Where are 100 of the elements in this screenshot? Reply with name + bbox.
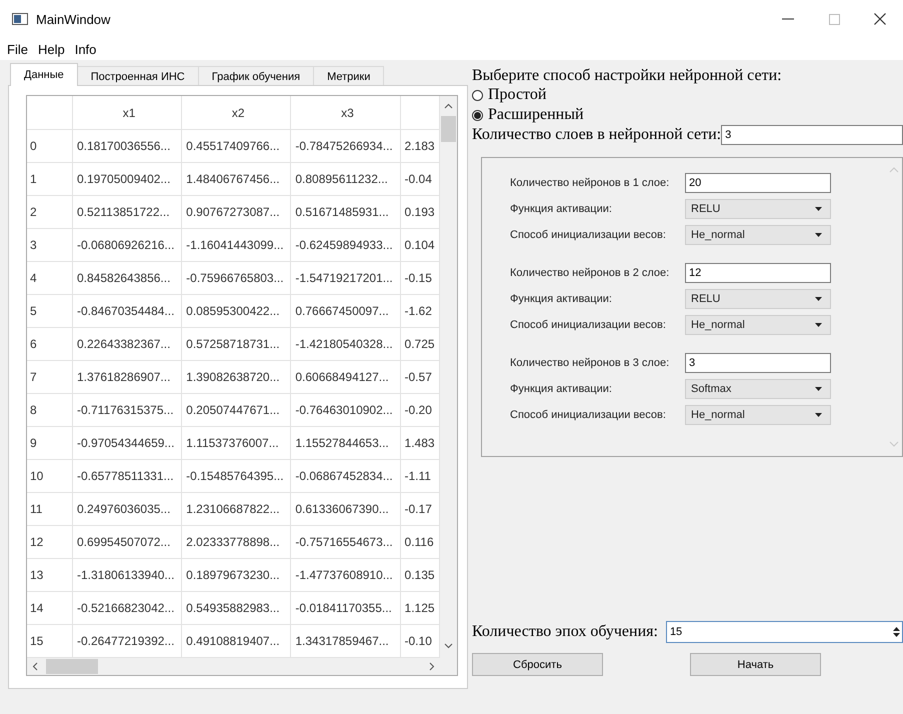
table-cell: 0.76667450097... xyxy=(290,294,400,328)
table-cell: 0.51671485931... xyxy=(290,196,400,228)
minimize-icon[interactable] xyxy=(782,18,794,20)
table-cell: 0.69954507072... xyxy=(72,526,182,558)
horizontal-scrollbar[interactable] xyxy=(27,658,440,675)
table-cell: 0.52113851722... xyxy=(72,196,182,228)
table-cell: -1.31806133940... xyxy=(72,558,182,592)
row-header: 8 xyxy=(27,394,72,426)
row-header: 1 xyxy=(27,162,72,196)
table-cell: -0.75966765803... xyxy=(182,262,291,294)
row-header: 10 xyxy=(27,460,72,492)
table-cell: -0.06806926216... xyxy=(72,228,182,262)
action-button[interactable]: Сбросить xyxy=(472,653,603,676)
row-header: 3 xyxy=(27,228,72,262)
table-cell: 0.22643382367... xyxy=(72,328,182,360)
table-cell: 0.18170036556... xyxy=(72,130,182,162)
init-dropdown[interactable]: He_normal xyxy=(685,225,831,245)
row-header: 9 xyxy=(27,426,72,460)
table-cell: -0.78475266934... xyxy=(290,130,400,162)
table-cell: 0.45517409766... xyxy=(182,130,291,162)
table-cell: -1.54719217201... xyxy=(290,262,400,294)
table-cell: -1.42180540328... xyxy=(290,328,400,360)
table-cell: 1.15527844653... xyxy=(290,426,400,460)
tab[interactable]: Данные xyxy=(10,63,78,86)
table-cell: -0.52166823042... xyxy=(72,592,182,624)
table-cell: 0.84582643856... xyxy=(72,262,182,294)
close-icon[interactable] xyxy=(874,13,886,25)
init-label: Способ инициализации весов: xyxy=(510,229,667,241)
radio-label[interactable]: Простой xyxy=(488,86,546,104)
table-cell: -0.76463010902... xyxy=(290,394,400,426)
action-button[interactable]: Начать xyxy=(690,653,821,676)
menu-item[interactable]: Info xyxy=(70,42,102,56)
layers-count-label: Количество слоев в нейронной сети: xyxy=(472,126,722,144)
row-header: 4 xyxy=(27,262,72,294)
caret-icon xyxy=(815,207,822,211)
neurons-field[interactable]: 12 xyxy=(685,263,831,283)
table-cell: -0.65778511331... xyxy=(72,460,182,492)
epochs-label: Количество эпох обучения: xyxy=(472,623,658,641)
row-header: 0 xyxy=(27,130,72,162)
spin-arrows-icon[interactable] xyxy=(893,626,900,638)
table-cell: 0.90767273087... xyxy=(182,196,291,228)
radio-button[interactable] xyxy=(472,110,483,120)
row-header: 6 xyxy=(27,328,72,360)
row-header: 11 xyxy=(27,492,72,526)
table-cell: 1.11537376007... xyxy=(182,426,291,460)
init-dropdown[interactable]: He_normal xyxy=(685,405,831,425)
neurons-label: Количество нейронов в 3 слое: xyxy=(510,357,670,369)
menu-item[interactable]: Help xyxy=(32,42,70,56)
table-cell: 0.54935882983... xyxy=(182,592,291,624)
table-cell: -0.06867452834... xyxy=(290,460,400,492)
table-cell: -1.47737608910... xyxy=(290,558,400,592)
column-header[interactable]: x2 xyxy=(182,96,291,130)
radio-label[interactable]: Расширенный xyxy=(488,106,584,124)
column-header[interactable]: x1 xyxy=(72,96,182,130)
menu-item[interactable]: File xyxy=(2,42,33,56)
neurons-label: Количество нейронов в 1 слое: xyxy=(510,177,670,189)
tab[interactable]: Метрики xyxy=(313,66,384,86)
column-header[interactable]: x3 xyxy=(290,96,400,130)
activation-dropdown[interactable]: Softmax xyxy=(685,379,831,399)
caret-icon xyxy=(815,387,822,391)
radio-button[interactable] xyxy=(472,90,483,100)
activation-label: Функция активации: xyxy=(510,293,613,305)
activation-label: Функция активации: xyxy=(510,383,613,395)
row-header: 13 xyxy=(27,558,72,592)
app-icon xyxy=(12,13,28,25)
table-cell: 1.23106687822... xyxy=(182,492,291,526)
table-cell: 0.08595300422... xyxy=(182,294,291,328)
table-cell: -0.97054344659... xyxy=(72,426,182,460)
activation-dropdown[interactable]: RELU xyxy=(685,289,831,309)
window-title: MainWindow xyxy=(36,12,110,26)
caret-icon xyxy=(815,233,822,237)
table-cell: -0.01841170355... xyxy=(290,592,400,624)
table-cell: 0.61336067390... xyxy=(290,492,400,526)
layers-count-field[interactable]: 3 xyxy=(721,125,903,145)
table-cell: -0.15485764395... xyxy=(182,460,291,492)
neurons-field[interactable]: 20 xyxy=(685,173,831,193)
neurons-label: Количество нейронов в 2 слое: xyxy=(510,267,670,279)
table-cell: -0.71176315375... xyxy=(72,394,182,426)
table-cell: 0.20507447671... xyxy=(182,394,291,426)
caret-icon xyxy=(815,297,822,301)
table-cell: 0.18979673230... xyxy=(182,558,291,592)
table-cell: 0.24976036035... xyxy=(72,492,182,526)
init-label: Способ инициализации весов: xyxy=(510,319,667,331)
table-cell: 0.57258718731... xyxy=(182,328,291,360)
activation-dropdown[interactable]: RELU xyxy=(685,199,831,219)
table-cell: 1.48406767456... xyxy=(182,162,291,196)
table-cell: 0.80895611232... xyxy=(290,162,400,196)
init-label: Способ инициализации весов: xyxy=(510,409,667,421)
table-cell: 1.37618286907... xyxy=(72,360,182,394)
caret-icon xyxy=(815,413,822,417)
activation-label: Функция активации: xyxy=(510,203,613,215)
settings-heading: Выберите способ настройки нейронной сети: xyxy=(472,67,783,85)
caret-icon xyxy=(815,323,822,327)
row-header: 5 xyxy=(27,294,72,328)
table-cell: -1.16041443099... xyxy=(182,228,291,262)
neurons-field[interactable]: 3 xyxy=(685,353,831,373)
row-header: 2 xyxy=(27,196,72,228)
row-header: 12 xyxy=(27,526,72,558)
init-dropdown[interactable]: He_normal xyxy=(685,315,831,335)
table-cell: 1.39082638720... xyxy=(182,360,291,394)
